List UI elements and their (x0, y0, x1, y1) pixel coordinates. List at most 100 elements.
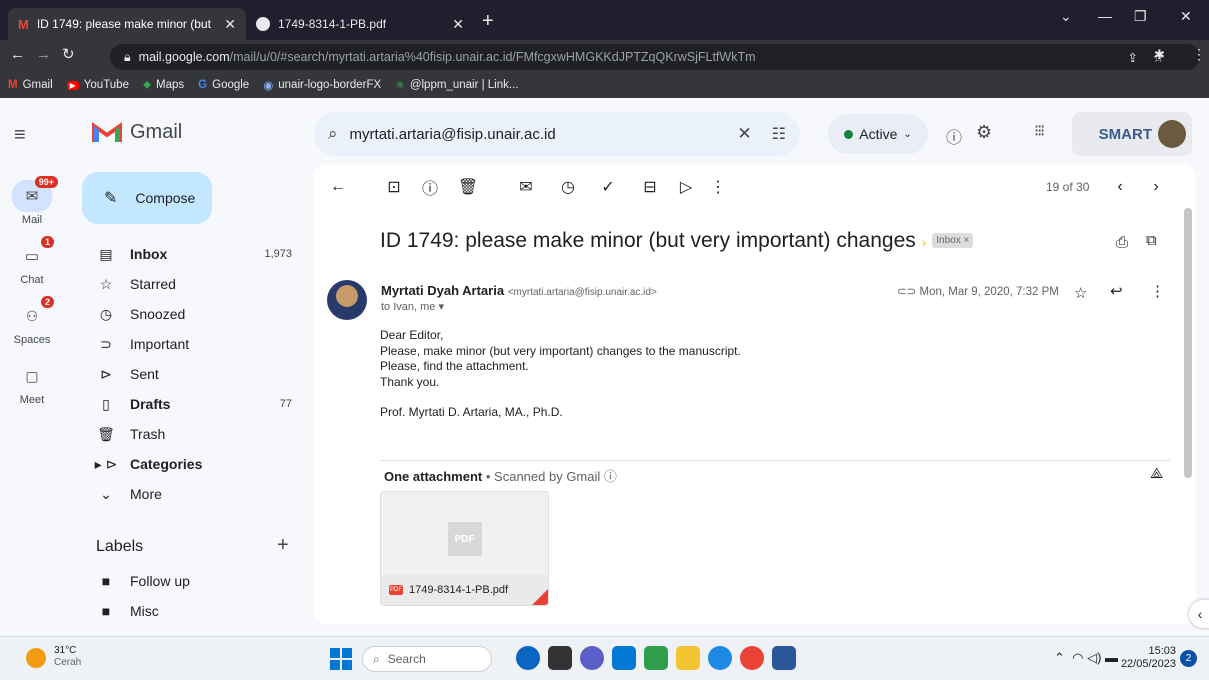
active-status-dot (844, 129, 854, 139)
message-more-icon[interactable]: ⋮ (1150, 282, 1165, 300)
task-view-icon[interactable] (548, 646, 572, 670)
taskbar-search[interactable]: ⌕ Search (362, 646, 492, 672)
bing-app-icon[interactable] (516, 646, 540, 670)
create-label-button[interactable]: + (277, 534, 289, 557)
nav-more[interactable]: ⌄ More (82, 479, 302, 509)
label-misc[interactable]: ■ Misc (82, 596, 302, 626)
snooze-icon[interactable]: ◷ (558, 177, 578, 197)
important-marker-icon[interactable]: › (922, 234, 927, 250)
compose-button[interactable]: ✎ Compose (82, 172, 212, 224)
apps-grid-icon[interactable]: ⁝⁝⁝ (1034, 121, 1045, 141)
move-to-icon[interactable]: ⊟ (640, 177, 660, 197)
nav-count: 77 (279, 398, 292, 410)
main-menu-icon[interactable]: ≡ (14, 124, 26, 147)
sender-name[interactable]: Myrtati Dyah Artaria (381, 283, 504, 298)
nav-important[interactable]: ⊃ Important (82, 329, 302, 359)
inbox-label-chip[interactable]: Inbox × (932, 233, 974, 248)
forward-arrow-icon[interactable]: → (36, 46, 51, 63)
bookmark-lppm[interactable]: ✳ @lppm_unair | Link... (395, 78, 518, 92)
back-to-list-icon[interactable]: ← (328, 177, 348, 197)
close-tab-icon[interactable]: ✕ (452, 16, 464, 33)
info-icon[interactable]: ⓘ (604, 469, 617, 484)
close-tab-icon[interactable]: ✕ (224, 16, 236, 33)
search-icon[interactable]: ⌕ (328, 124, 338, 144)
new-tab-button[interactable]: + (482, 10, 494, 33)
rail-chat[interactable]: ▭ 1 Chat (2, 236, 62, 286)
bookmark-youtube[interactable]: ▶ YouTube (66, 79, 129, 91)
nav-categories[interactable]: ▸ ⊳ Categories (82, 449, 302, 479)
bookmark-google[interactable]: G Google (198, 79, 249, 91)
nav-starred[interactable]: ☆ Starred (82, 269, 302, 299)
back-arrow-icon[interactable]: ← (10, 46, 25, 63)
linkedin-app-icon[interactable] (644, 646, 668, 670)
search-options-icon[interactable]: ☷ (772, 124, 786, 144)
star-message-icon[interactable]: ☆ (1074, 284, 1087, 302)
settings-gear-icon[interactable]: ⚙ (976, 122, 992, 143)
bookmark-unair[interactable]: ◉ unair-logo-borderFX (263, 78, 381, 92)
nav-inbox[interactable]: ▤ Inbox 1,973 (82, 239, 302, 269)
reply-icon[interactable]: ↩ (1110, 282, 1123, 300)
delete-icon[interactable]: 🗑︎ (458, 177, 478, 197)
tab-gmail[interactable]: M ID 1749: please make minor (but ✕ (8, 8, 246, 40)
nav-trash[interactable]: 🗑︎ Trash (82, 419, 302, 449)
reload-icon[interactable]: ↻ (62, 45, 75, 63)
report-spam-icon[interactable]: ⓘ (420, 177, 440, 198)
edge-browser-icon[interactable] (708, 646, 732, 670)
clock[interactable]: 15:03 22/05/2023 (1121, 645, 1176, 671)
chrome-menu-icon[interactable]: ⋮ (1192, 46, 1206, 63)
mail-app-icon[interactable] (612, 646, 636, 670)
status-selector[interactable]: Active ⌄ (828, 114, 928, 154)
sender-avatar[interactable] (327, 280, 367, 320)
weather-widget[interactable]: 31°C Cerah (54, 645, 81, 669)
extensions-icon[interactable]: ✱ (1154, 47, 1165, 63)
chrome-browser-icon[interactable] (740, 646, 764, 670)
nav-drafts[interactable]: ▯ Drafts 77 (82, 389, 302, 419)
share-icon[interactable]: ⇪ (1128, 50, 1138, 65)
scrollbar[interactable] (1184, 208, 1192, 478)
rail-mail[interactable]: ✉ 99+ Mail (2, 176, 62, 226)
side-panel-toggle-icon[interactable]: ‹ (1189, 600, 1209, 628)
bookmark-gmail[interactable]: M Gmail (8, 79, 53, 91)
restore-button[interactable]: ❐ (1134, 8, 1147, 25)
search-input[interactable]: myrtati.artaria@fisip.unair.ac.id (350, 126, 556, 143)
label-icon[interactable]: ▷ (676, 177, 696, 197)
nav-snoozed[interactable]: ◷ Snoozed (82, 299, 302, 329)
word-app-icon[interactable] (772, 646, 796, 670)
add-task-icon[interactable]: ✓ (598, 177, 618, 197)
organization-logo[interactable]: SMART (1072, 112, 1192, 156)
archive-icon[interactable]: ⊡ (384, 177, 404, 197)
org-logo-text: SMART (1098, 125, 1152, 143)
sun-weather-icon[interactable] (26, 648, 46, 668)
windows-start-icon[interactable] (330, 648, 352, 670)
more-options-icon[interactable]: ⋮ (708, 177, 728, 197)
bookmark-maps[interactable]: ⬥ Maps (143, 79, 184, 92)
attachment-card[interactable]: PDF PDF 1749-8314-1-PB.pdf (380, 491, 549, 606)
avatar[interactable] (1158, 120, 1186, 148)
teams-chat-icon[interactable] (580, 646, 604, 670)
mark-unread-icon[interactable]: ✉ (516, 177, 536, 197)
add-to-drive-icon[interactable]: ⟁ (1150, 465, 1163, 482)
clear-search-icon[interactable]: ✕ (737, 124, 751, 144)
label-follow-up[interactable]: ■ Follow up (82, 566, 302, 596)
close-window-button[interactable]: ✕ (1180, 8, 1192, 25)
attachment-filename: 1749-8314-1-PB.pdf (409, 584, 509, 596)
recipients[interactable]: to Ivan, me ▾ (381, 300, 657, 313)
notification-badge[interactable]: 2 (1180, 650, 1197, 667)
open-new-window-icon[interactable]: ⧉ (1146, 232, 1157, 249)
nav-sent[interactable]: ⊳ Sent (82, 359, 302, 389)
rail-spaces[interactable]: ⚇ 2 Spaces (2, 296, 62, 346)
print-icon[interactable]: ⎙ (1116, 234, 1128, 251)
rail-meet[interactable]: ▢ Meet (2, 360, 62, 407)
minimize-button[interactable]: — (1098, 8, 1112, 24)
tab-pdf[interactable]: 1749-8314-1-PB.pdf ✕ (246, 8, 474, 40)
tray-icons[interactable]: ⌃ ◠ ◁) ▬ (1054, 650, 1118, 666)
gmail-logo[interactable]: Gmail (92, 120, 182, 144)
file-explorer-icon[interactable] (676, 646, 700, 670)
address-bar[interactable]: 🔒︎ mail.google.com /mail/u/0/#search/myr… (110, 44, 1200, 70)
chevron-down-icon: ⌄ (100, 485, 112, 502)
search-bar[interactable]: ⌕ myrtati.artaria@fisip.unair.ac.id ✕ ☷ (314, 112, 800, 156)
newer-chevron-icon[interactable]: ‹ (1110, 177, 1130, 197)
older-chevron-icon[interactable]: › (1146, 177, 1166, 197)
tab-search-icon[interactable]: ⌄ (1060, 8, 1072, 25)
help-icon[interactable]: ⓘ (946, 124, 962, 148)
